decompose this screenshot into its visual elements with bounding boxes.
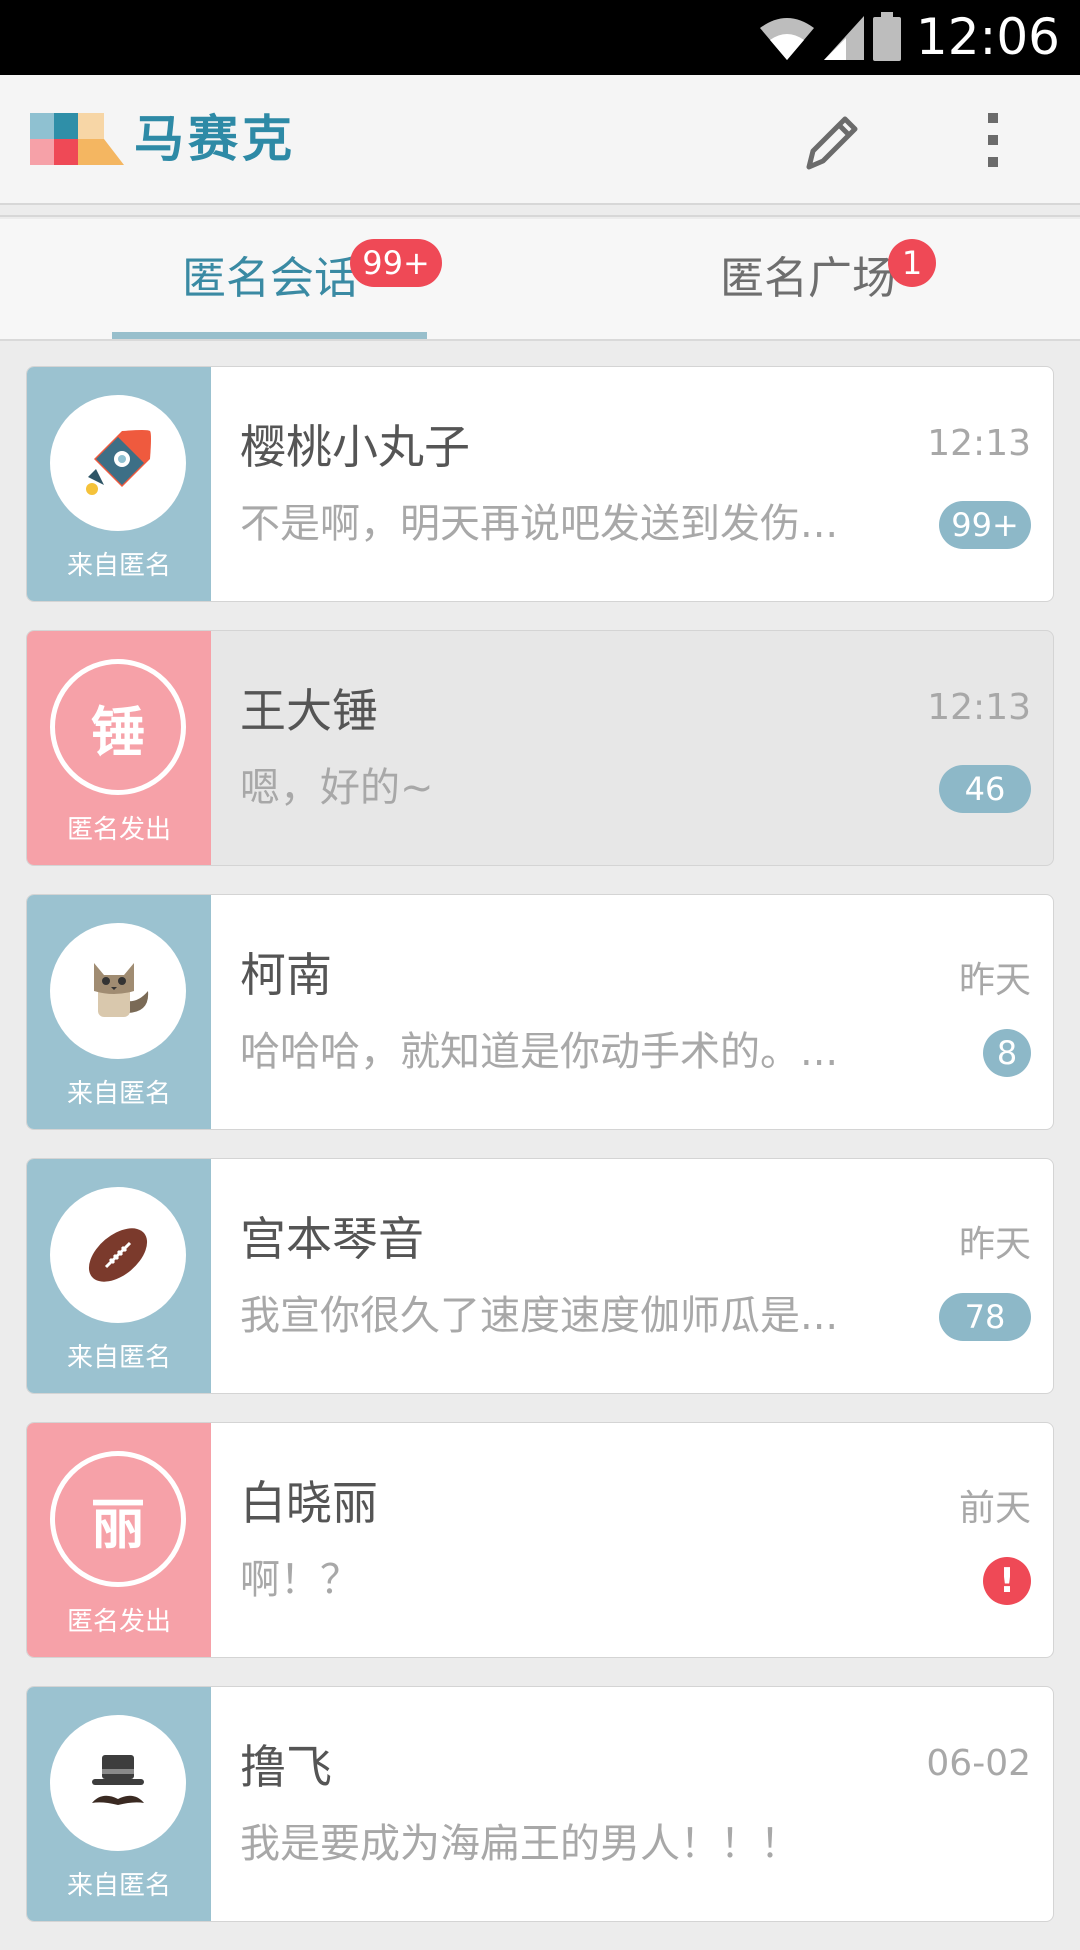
conversation-item[interactable]: 来自匿名 宫本琴音 昨天 我宣你很久了速度速度伽师瓜是... 78 bbox=[26, 1158, 1054, 1394]
conversation-source-panel: 锤 匿名发出 bbox=[27, 631, 211, 865]
battery-icon bbox=[873, 12, 901, 61]
conversation-item[interactable]: 锤 匿名发出 王大锤 12:13 嗯，好的~ 46 bbox=[26, 630, 1054, 866]
conversation-list: 来自匿名 樱桃小丸子 12:13 不是啊，明天再说吧发送到发伤... 99+ 锤… bbox=[26, 366, 1056, 1950]
conversation-time: 前天 bbox=[958, 1488, 1031, 1529]
pencil-icon bbox=[806, 116, 858, 170]
compose-button[interactable] bbox=[795, 105, 865, 175]
app-bar: 马赛克 bbox=[0, 75, 1080, 217]
rocket-icon bbox=[86, 430, 151, 495]
conversation-item[interactable]: 来自匿名 撸飞 06-02 我是要成为海扁王的男人！！！ bbox=[26, 1686, 1054, 1922]
conversation-name: 白晓丽 bbox=[240, 1476, 378, 1530]
conversation-preview: 不是啊，明天再说吧发送到发伤... bbox=[240, 501, 839, 547]
conversation-source-label: 匿名发出 bbox=[66, 1607, 171, 1637]
avatar bbox=[50, 923, 186, 1059]
conversation-name: 宫本琴音 bbox=[240, 1212, 424, 1266]
conversation-item[interactable]: 丽 匿名发出 白晓丽 前天 啊！？ ! bbox=[26, 1422, 1054, 1658]
avatar: 丽 bbox=[50, 1451, 186, 1587]
avatar bbox=[50, 395, 186, 531]
unread-count-badge: 99+ bbox=[939, 501, 1031, 549]
conversation-source-label: 来自匿名 bbox=[66, 1343, 171, 1373]
avatar bbox=[50, 1187, 186, 1323]
conversation-source-label: 来自匿名 bbox=[66, 1079, 171, 1109]
conversation-item[interactable]: 来自匿名 柯南 昨天 哈哈哈，就知道是你动手术的。... 8 bbox=[26, 894, 1054, 1130]
conversation-time: 06-02 bbox=[926, 1743, 1031, 1784]
conversation-preview: 啊！？ bbox=[240, 1557, 360, 1603]
avatar bbox=[50, 1715, 186, 1851]
status-icons bbox=[758, 10, 902, 62]
conversation-source-panel: 来自匿名 bbox=[27, 895, 211, 1129]
football-icon bbox=[88, 1228, 148, 1282]
conversation-time: 12:13 bbox=[927, 423, 1031, 464]
conversation-source-panel: 来自匿名 bbox=[27, 367, 211, 601]
unread-count-badge: 8 bbox=[983, 1029, 1031, 1077]
conversation-source-label: 匿名发出 bbox=[66, 815, 171, 845]
conversation-source-panel: 丽 匿名发出 bbox=[27, 1423, 211, 1657]
failed-send-alert-icon[interactable]: ! bbox=[983, 1557, 1031, 1605]
conversation-item[interactable]: 来自匿名 樱桃小丸子 12:13 不是啊，明天再说吧发送到发伤... 99+ bbox=[26, 366, 1054, 602]
cat-icon bbox=[94, 963, 149, 1017]
conversation-name: 樱桃小丸子 bbox=[240, 420, 470, 474]
tab-anonymous-square[interactable]: 匿名广场 bbox=[720, 219, 896, 339]
conversation-preview: 我是要成为海扁王的男人！！！ bbox=[240, 1821, 800, 1867]
signal-icon bbox=[824, 16, 864, 60]
conversation-source-panel: 来自匿名 bbox=[27, 1687, 211, 1921]
conversation-time: 昨天 bbox=[958, 1224, 1031, 1265]
tab-anonymous-chat[interactable]: 匿名会话 bbox=[182, 219, 358, 339]
hat-mustache-icon bbox=[92, 1755, 144, 1805]
unread-count-badge: 78 bbox=[939, 1293, 1031, 1341]
conversation-preview: 我宣你很久了速度速度伽师瓜是... bbox=[240, 1293, 839, 1339]
conversation-preview: 嗯，好的~ bbox=[240, 765, 434, 811]
conversation-source-panel: 来自匿名 bbox=[27, 1159, 211, 1393]
overflow-menu-button[interactable] bbox=[962, 105, 1024, 175]
overflow-menu-icon bbox=[988, 113, 998, 167]
unread-count-badge: 46 bbox=[939, 765, 1031, 813]
tab-anonymous-square-badge: 1 bbox=[888, 239, 936, 287]
conversation-name: 撸飞 bbox=[240, 1740, 332, 1794]
tab-anonymous-chat-badge: 99+ bbox=[350, 239, 442, 287]
status-bar: 12:06 bbox=[0, 0, 1080, 75]
wifi-icon bbox=[760, 18, 814, 60]
conversation-preview: 哈哈哈，就知道是你动手术的。... bbox=[240, 1029, 839, 1075]
conversation-name: 柯南 bbox=[240, 948, 332, 1002]
tab-bar: 匿名会话 99+ 匿名广场 1 bbox=[0, 219, 1080, 341]
status-time: 12:06 bbox=[915, 8, 1060, 66]
active-tab-indicator bbox=[112, 332, 427, 339]
app-title: 马赛克 bbox=[134, 110, 296, 168]
conversation-source-label: 来自匿名 bbox=[66, 1871, 171, 1901]
logo-icon bbox=[30, 113, 124, 165]
conversation-source-label: 来自匿名 bbox=[66, 551, 171, 581]
avatar: 锤 bbox=[50, 659, 186, 795]
conversation-name: 王大锤 bbox=[240, 684, 378, 738]
conversation-time: 12:13 bbox=[927, 687, 1031, 728]
conversation-time: 昨天 bbox=[958, 960, 1031, 1001]
